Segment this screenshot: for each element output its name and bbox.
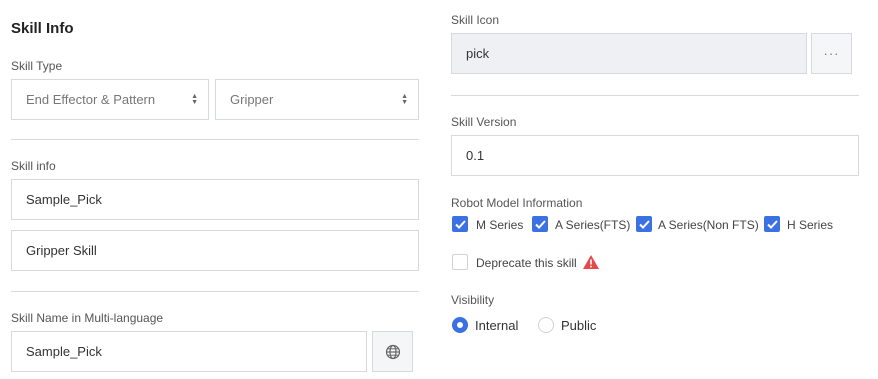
skill-version-input[interactable]: 0.1 [451, 135, 859, 176]
multilang-name-input[interactable]: Sample_Pick [11, 331, 367, 372]
check-icon [454, 219, 466, 229]
deprecate-label: Deprecate this skill [476, 256, 577, 270]
visibility-label: Visibility [451, 293, 495, 307]
skill-subtype-select[interactable]: Gripper ▲ ▼ [215, 79, 419, 120]
skill-category-value: End Effector & Pattern [26, 92, 156, 107]
visibility-internal-label: Internal [475, 318, 519, 333]
skill-name-value: Sample_Pick [26, 192, 102, 207]
skill-category-select[interactable]: End Effector & Pattern ▲ ▼ [11, 79, 209, 120]
m-series-checkbox[interactable] [452, 216, 468, 232]
language-button[interactable] [372, 331, 413, 372]
a-series-fts-checkbox[interactable] [532, 216, 548, 232]
h-series-checkbox[interactable] [764, 216, 780, 232]
multilang-name-value: Sample_Pick [26, 344, 102, 359]
skill-version-value: 0.1 [466, 148, 485, 163]
skill-type-label: Skill Type [11, 59, 63, 73]
skill-subtype-value: Gripper [230, 92, 274, 107]
visibility-public-label: Public [561, 318, 597, 333]
check-icon [766, 219, 778, 229]
check-icon [638, 219, 650, 229]
select-arrows-icon: ▲ ▼ [401, 92, 408, 106]
select-arrows-icon: ▲ ▼ [191, 92, 198, 106]
browse-icon-button[interactable]: ··· [811, 33, 852, 74]
skill-icon-label: Skill Icon [451, 13, 500, 27]
a-series-non-fts-label: A Series(Non FTS) [658, 218, 759, 232]
check-icon [534, 219, 546, 229]
warning-icon [583, 255, 599, 269]
divider [11, 291, 419, 292]
skill-description-value: Gripper Skill [26, 243, 97, 258]
m-series-label: M Series [476, 218, 524, 232]
skill-icon-field[interactable]: pick [451, 33, 807, 74]
globe-icon [385, 344, 400, 359]
robot-model-label: Robot Model Information [451, 196, 583, 210]
section-title: Skill Info [11, 20, 74, 37]
skill-info-label: Skill info [11, 159, 56, 173]
a-series-non-fts-checkbox[interactable] [636, 216, 652, 232]
divider [451, 95, 859, 96]
multilang-label: Skill Name in Multi-language [11, 311, 164, 325]
skill-description-input[interactable]: Gripper Skill [11, 230, 419, 271]
visibility-public-radio[interactable] [538, 317, 554, 333]
skill-icon-value: pick [466, 46, 490, 61]
skill-name-input[interactable]: Sample_Pick [11, 179, 419, 220]
divider [11, 139, 419, 140]
ellipsis-icon: ··· [823, 46, 840, 61]
a-series-fts-label: A Series(FTS) [555, 218, 631, 232]
skill-version-label: Skill Version [451, 115, 517, 129]
visibility-internal-radio[interactable] [452, 317, 468, 333]
deprecate-checkbox[interactable] [452, 254, 468, 270]
h-series-label: H Series [787, 218, 834, 232]
